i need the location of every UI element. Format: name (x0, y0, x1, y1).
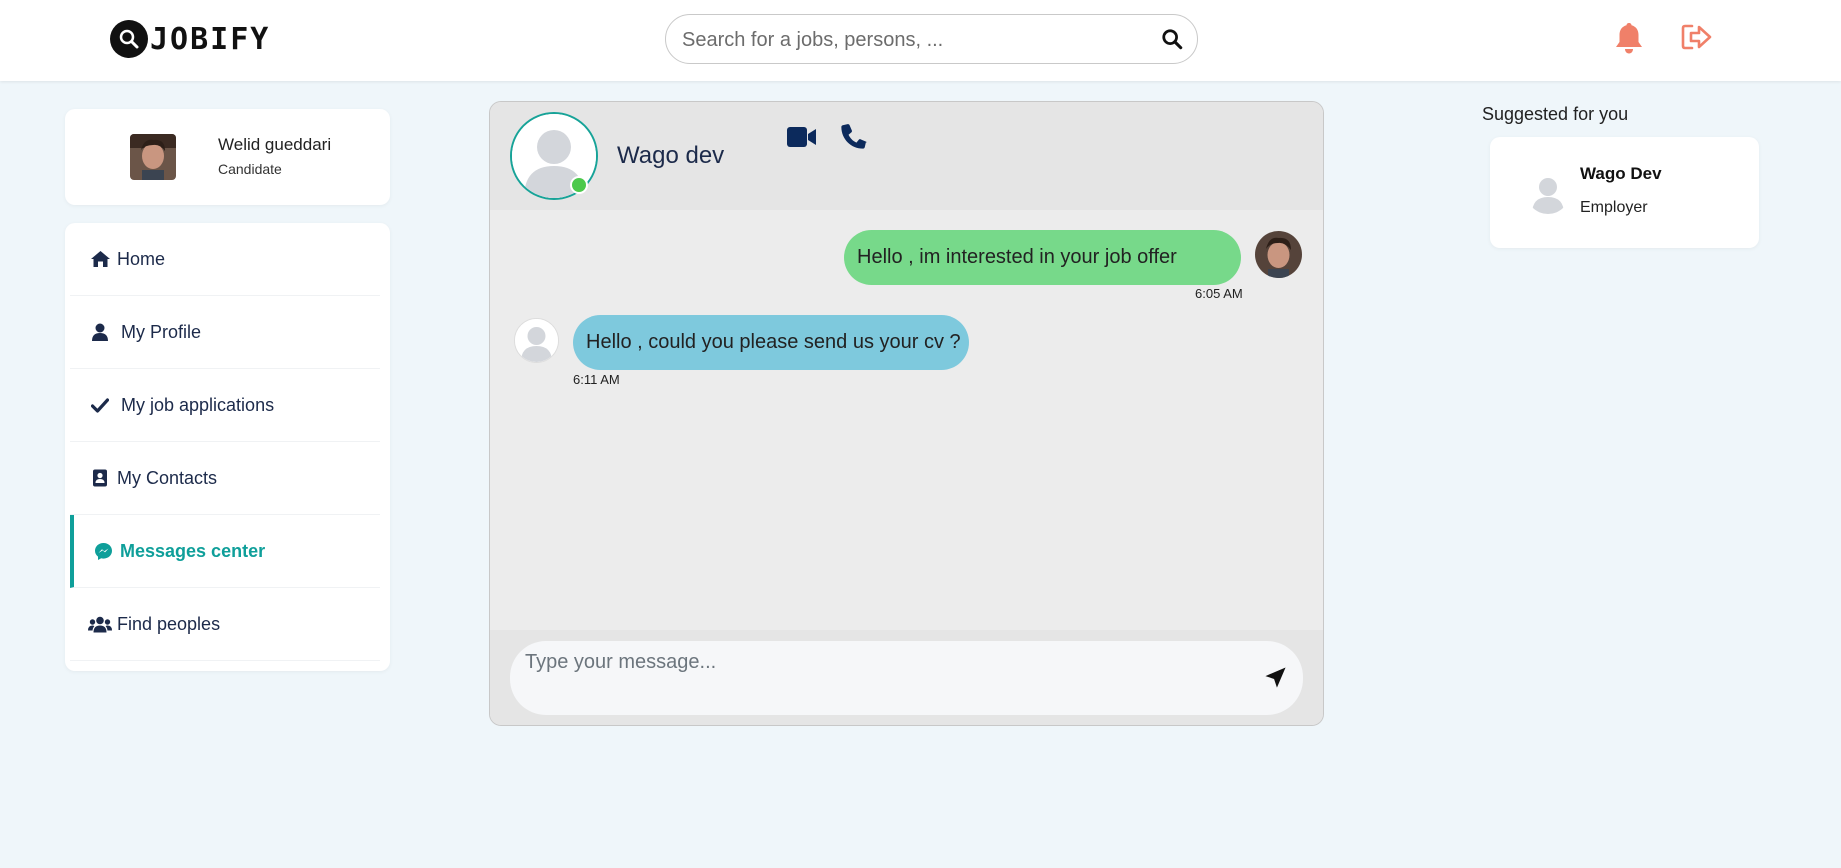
sidebar-item-my-profile[interactable]: My Profile (70, 296, 380, 369)
online-status-indicator (570, 176, 588, 194)
logout-icon[interactable] (1681, 23, 1713, 56)
address-book-icon (87, 469, 113, 487)
chat-header: Wago dev (490, 102, 1323, 210)
magnifier-logo-icon (110, 20, 148, 58)
search-bar (665, 14, 1198, 64)
sidebar-item-my-job-applications[interactable]: My job applications (70, 369, 380, 442)
message-text: Hello , im interested in your job offer (857, 246, 1177, 268)
sender-avatar (1255, 231, 1302, 278)
search-icon[interactable] (1161, 28, 1183, 55)
chat-contact-name: Wago dev (617, 142, 725, 169)
profile-avatar (130, 134, 176, 180)
suggestions-title: Suggested for you (1482, 104, 1629, 124)
sidebar-item-my-contacts[interactable]: My Contacts (70, 442, 380, 515)
suggestion-name: Wago Dev (1580, 164, 1662, 183)
bell-icon[interactable] (1614, 21, 1644, 60)
users-icon (87, 616, 113, 633)
incoming-message: Hello , could you please send us your cv… (573, 315, 969, 370)
suggestion-role: Employer (1580, 199, 1648, 216)
sidebar-item-messages-center[interactable]: Messages center (70, 515, 380, 588)
suggestion-card[interactable]: Wago Dev Employer (1490, 137, 1759, 248)
top-header: JOBIFY (0, 0, 1841, 81)
sidebar-item-label: My Contacts (117, 467, 218, 488)
outgoing-message: Hello , im interested in your job offer (844, 230, 1241, 285)
sidebar-nav: Home My Profile My job applications My C… (65, 223, 390, 671)
sidebar-item-find-peoples[interactable]: Find peoples (70, 588, 380, 661)
chat-panel: Wago dev Hello , im interested in your j… (489, 101, 1324, 726)
profile-name: Welid gueddari (218, 135, 332, 154)
check-icon (87, 397, 113, 413)
send-icon[interactable] (1264, 666, 1287, 694)
messenger-icon (90, 542, 116, 561)
message-input-container (510, 641, 1303, 715)
message-timestamp: 6:11 AM (573, 372, 620, 387)
sidebar-item-label: Messages center (120, 540, 266, 561)
profile-role: Candidate (218, 161, 282, 177)
contact-message-avatar (514, 318, 559, 363)
message-text: Hello , could you please send us your cv… (586, 331, 961, 353)
suggestion-avatar (1526, 170, 1570, 214)
message-input[interactable] (525, 651, 1225, 681)
user-icon (87, 323, 113, 341)
home-icon (87, 250, 113, 268)
search-input[interactable] (682, 25, 1142, 55)
chat-composer (490, 630, 1323, 725)
jobify-logo[interactable]: JOBIFY (110, 20, 270, 58)
video-camera-icon[interactable] (787, 126, 817, 153)
sidebar-item-home[interactable]: Home (70, 223, 380, 296)
logo-text: JOBIFY (150, 21, 271, 57)
sidebar-item-label: Home (117, 248, 166, 269)
message-timestamp: 6:05 AM (1195, 286, 1243, 301)
sidebar-item-label: Find peoples (117, 613, 221, 634)
phone-icon[interactable] (840, 123, 867, 155)
sidebar-item-label: My Profile (121, 321, 202, 342)
profile-card[interactable]: Welid gueddari Candidate (65, 109, 390, 205)
sidebar-item-label: My job applications (121, 394, 275, 415)
